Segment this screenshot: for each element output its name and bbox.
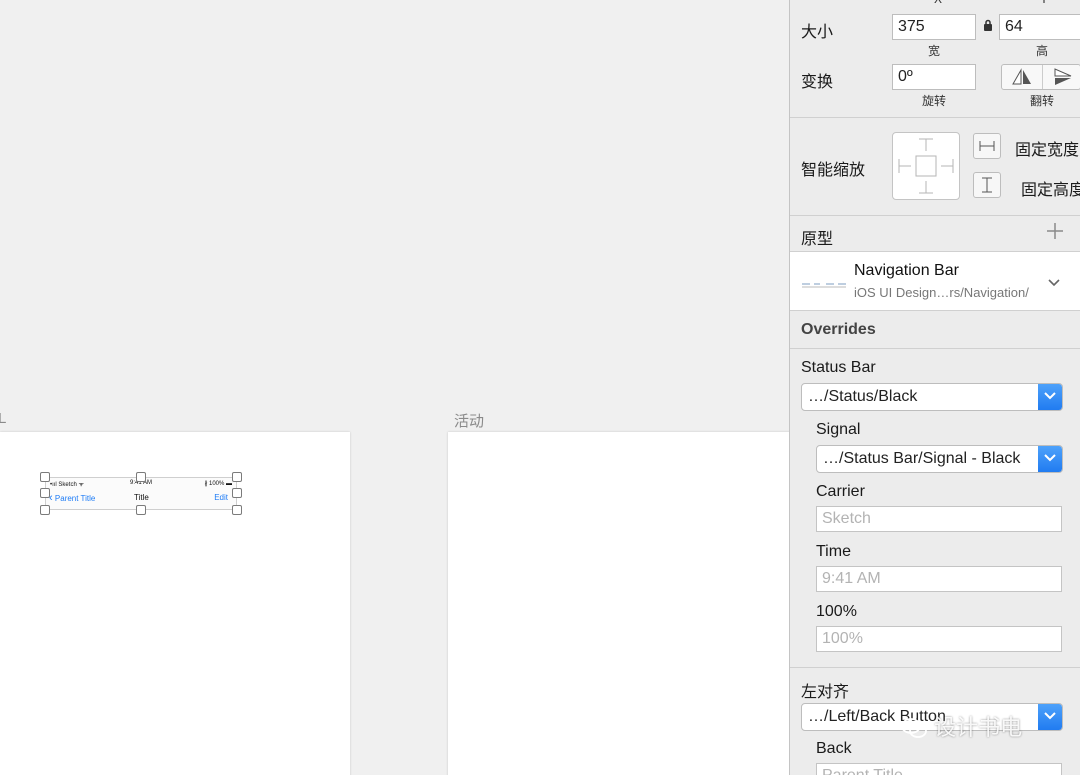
select-chevron-icon xyxy=(1038,384,1062,410)
status-signal-carrier: •ııl Sketch ᯤ xyxy=(50,482,84,488)
resize-handle-bottom-right[interactable] xyxy=(232,505,242,515)
select-chevron-icon xyxy=(1038,704,1062,730)
fix-width-icon[interactable] xyxy=(973,133,1001,159)
signal-select-value: …/Status Bar/Signal - Black xyxy=(823,450,1021,467)
flip-vertical-icon[interactable] xyxy=(1042,65,1080,89)
divider xyxy=(790,310,1080,311)
y-caption: Y xyxy=(1034,0,1054,6)
watermark-text: 设计书电 xyxy=(934,715,1023,740)
select-chevron-icon xyxy=(1038,446,1062,472)
watermark: 设计书电 xyxy=(900,710,1022,742)
plus-icon[interactable] xyxy=(1046,222,1064,245)
signal-label: Signal xyxy=(816,421,861,438)
carrier-input[interactable]: Sketch xyxy=(816,506,1062,532)
nav-back: ‹ Parent Title xyxy=(49,492,95,504)
status-bar-select-value: …/Status/Black xyxy=(808,388,918,405)
inspector-panel: X Y 大小 375 64 宽 高 变换 0º 旋转 翻转 智能缩放 固定宽度 xyxy=(789,0,1080,775)
divider xyxy=(790,348,1080,349)
resize-handle-bottom-center[interactable] xyxy=(136,505,146,515)
resize-handle-top-center[interactable] xyxy=(136,472,146,482)
flip-caption: 翻转 xyxy=(1029,94,1054,108)
width-field[interactable]: 375 xyxy=(892,14,976,40)
time-label: Time xyxy=(816,543,851,560)
x-caption: X xyxy=(928,0,948,6)
width-caption: 宽 xyxy=(927,44,940,58)
resizing-control[interactable] xyxy=(892,132,960,200)
resize-handle-top-right[interactable] xyxy=(232,472,242,482)
symbol-section-label: 原型 xyxy=(801,231,834,248)
fix-height-icon[interactable] xyxy=(973,172,1001,198)
divider xyxy=(790,215,1080,216)
back-input[interactable]: Parent Title xyxy=(816,763,1062,775)
chevron-down-icon xyxy=(1048,274,1060,292)
artboard-activity[interactable] xyxy=(448,432,790,775)
back-label: Back xyxy=(816,740,852,757)
fix-width-label[interactable]: 固定宽度 xyxy=(1015,136,1079,160)
symbol-name: Navigation Bar xyxy=(854,262,959,279)
flip-horizontal-icon[interactable] xyxy=(1002,65,1042,89)
signal-select[interactable]: …/Status Bar/Signal - Black xyxy=(816,445,1063,473)
status-bar-label: Status Bar xyxy=(801,359,876,376)
status-bar-select[interactable]: …/Status/Black xyxy=(801,383,1063,411)
resizing-pins-icon xyxy=(898,138,954,194)
symbol-thumbnail xyxy=(802,276,846,288)
symbol-selector[interactable]: Navigation Bar iOS UI Design…rs/Navigati… xyxy=(790,252,1080,310)
left-label: 左对齐 xyxy=(801,684,850,701)
nav-edit: Edit xyxy=(214,493,228,502)
divider xyxy=(790,117,1080,118)
status-battery: ∦ 100% ▬ xyxy=(204,481,232,487)
canvas[interactable]: L 活动 •ııl Sketch ᯤ 9:41 AM ∦ 100% ▬ ‹ Pa… xyxy=(0,0,790,775)
height-field[interactable]: 64 xyxy=(999,14,1080,40)
transform-label: 变换 xyxy=(801,74,834,91)
time-input[interactable]: 9:41 AM xyxy=(816,566,1062,592)
symbol-path: iOS UI Design…rs/Navigation/ xyxy=(854,285,1029,300)
wechat-icon xyxy=(900,715,934,740)
resize-handle-middle-right[interactable] xyxy=(232,488,242,498)
artboard-label-left[interactable]: L xyxy=(0,410,6,427)
overrides-section-label: Overrides xyxy=(801,321,876,338)
rotate-caption: 旋转 xyxy=(921,94,946,108)
nav-back-label: Parent Title xyxy=(54,494,96,503)
resizing-label: 智能缩放 xyxy=(801,162,866,179)
carrier-label: Carrier xyxy=(816,483,865,500)
nav-title: Title xyxy=(134,493,149,502)
height-caption: 高 xyxy=(1035,44,1048,58)
resize-handle-middle-left[interactable] xyxy=(40,488,50,498)
resize-handle-bottom-left[interactable] xyxy=(40,505,50,515)
battery-input[interactable]: 100% xyxy=(816,626,1062,652)
divider xyxy=(790,667,1080,668)
size-label: 大小 xyxy=(801,24,834,41)
battery-label: 100% xyxy=(816,603,857,620)
resize-handle-top-left[interactable] xyxy=(40,472,50,482)
lock-icon[interactable] xyxy=(983,19,993,37)
fix-height-label[interactable]: 固定高度 xyxy=(1021,176,1080,200)
rotate-field[interactable]: 0º xyxy=(892,64,976,90)
flip-control xyxy=(1001,64,1080,90)
artboard-label-activity[interactable]: 活动 xyxy=(454,410,484,431)
